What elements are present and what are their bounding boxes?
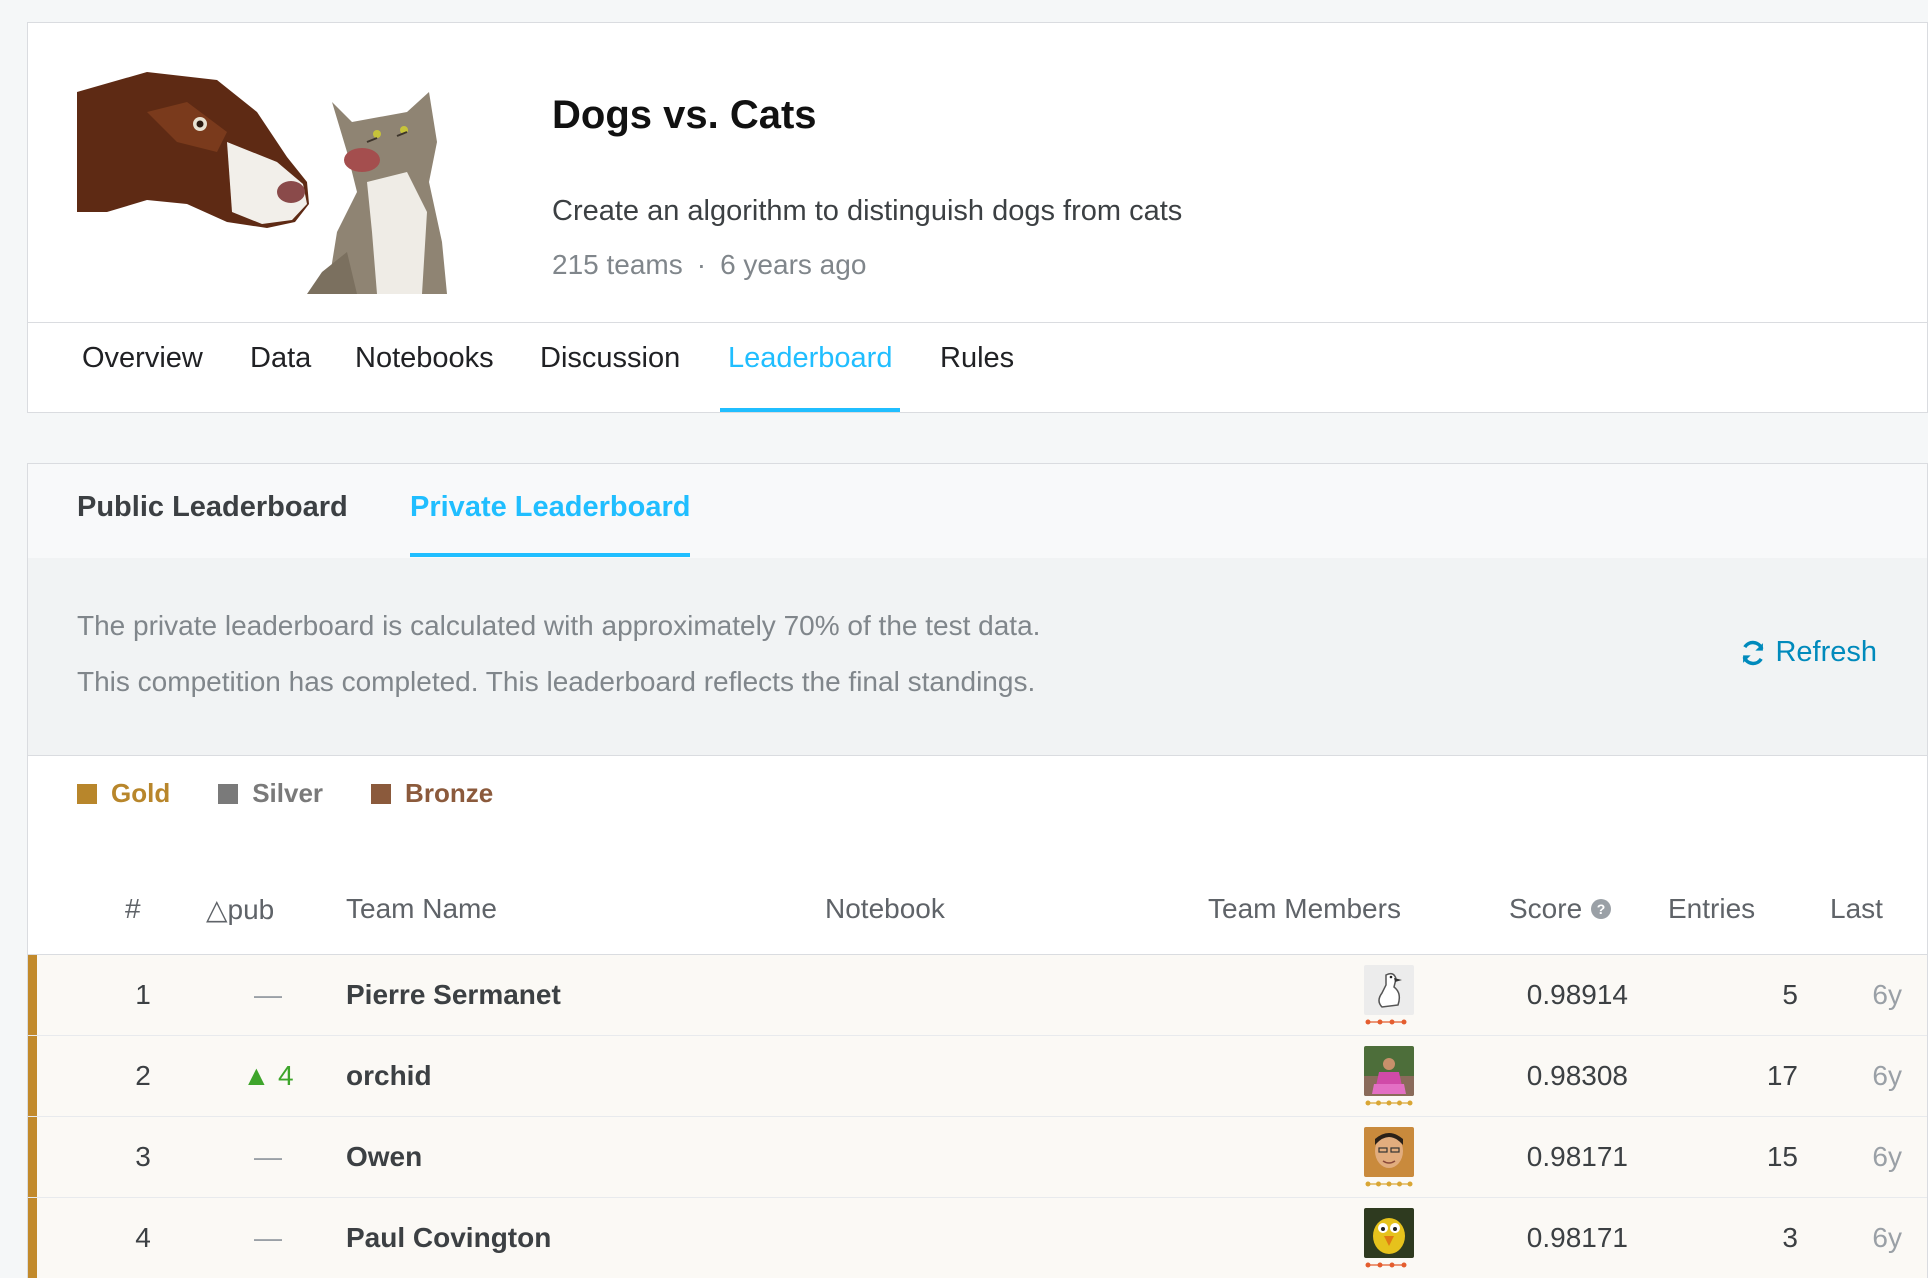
gold-medal-bar bbox=[28, 1198, 37, 1278]
delta-pub: — bbox=[254, 1141, 282, 1172]
competition-header: Dogs vs. Cats Create an algorithm to dis… bbox=[27, 22, 1928, 413]
tier-dots-icon bbox=[1365, 1019, 1407, 1025]
col-score-label: Score bbox=[1509, 893, 1583, 924]
avatar bbox=[1364, 1127, 1414, 1177]
table-row[interactable]: 3 — Owen 0.98171 15 6y bbox=[28, 1117, 1927, 1198]
tab-data[interactable]: Data bbox=[250, 322, 311, 412]
table-header: # △pub Team Name Notebook Team Members S… bbox=[28, 869, 1927, 955]
score: 0.98171 bbox=[1526, 1141, 1628, 1172]
entries: 15 bbox=[1766, 1141, 1798, 1172]
col-team-name[interactable]: Team Name bbox=[346, 893, 497, 925]
competition-header-top: Dogs vs. Cats Create an algorithm to dis… bbox=[28, 23, 1927, 323]
score: 0.98308 bbox=[1526, 1060, 1628, 1091]
rank: 2 bbox=[135, 1060, 151, 1091]
score: 0.98914 bbox=[1526, 979, 1628, 1010]
tab-notebooks[interactable]: Notebooks bbox=[355, 322, 494, 412]
entries: 5 bbox=[1782, 979, 1798, 1010]
last-submission: 6y bbox=[1872, 979, 1902, 1010]
col-entries[interactable]: Entries bbox=[1668, 893, 1755, 925]
entries: 3 bbox=[1782, 1222, 1798, 1253]
col-delta-pub[interactable]: △pub bbox=[206, 893, 274, 926]
competition-nav: Overview Data Notebooks Discussion Leade… bbox=[28, 322, 1927, 414]
competition-description: Create an algorithm to distinguish dogs … bbox=[552, 195, 1183, 227]
gold-medal-bar bbox=[28, 1036, 37, 1116]
team-member-avatar[interactable] bbox=[1364, 965, 1416, 1027]
delta-pub: — bbox=[254, 1222, 282, 1253]
dog-image bbox=[77, 72, 309, 228]
rank: 4 bbox=[135, 1222, 151, 1253]
team-name[interactable]: orchid bbox=[346, 1036, 432, 1116]
leaderboard-tabs: Public Leaderboard Private Leaderboard bbox=[28, 464, 1927, 559]
col-last[interactable]: Last bbox=[1830, 893, 1883, 925]
legend-bronze-label: Bronze bbox=[405, 778, 494, 808]
tab-rules[interactable]: Rules bbox=[940, 322, 1014, 412]
tier-dots-icon bbox=[1365, 1181, 1413, 1187]
leaderboard-card: Public Leaderboard Private Leaderboard T… bbox=[27, 463, 1928, 1278]
meta-separator: · bbox=[696, 249, 707, 280]
gold-swatch bbox=[77, 783, 97, 804]
cat-image bbox=[307, 92, 447, 294]
gold-medal-bar bbox=[28, 1117, 37, 1197]
team-member-avatar[interactable] bbox=[1364, 1127, 1416, 1189]
avatar bbox=[1364, 1046, 1414, 1096]
refresh-button[interactable]: Refresh bbox=[1739, 636, 1877, 669]
rank: 1 bbox=[135, 979, 151, 1010]
tab-private-leaderboard[interactable]: Private Leaderboard bbox=[410, 464, 691, 557]
team-name[interactable]: Paul Covington bbox=[346, 1198, 551, 1278]
col-rank[interactable]: # bbox=[125, 893, 141, 925]
delta-pub: — bbox=[254, 979, 282, 1010]
leaderboard-info-panel: The private leaderboard is calculated wi… bbox=[28, 558, 1927, 756]
competition-meta: 215 teams · 6 years ago bbox=[552, 249, 866, 281]
last-submission: 6y bbox=[1872, 1222, 1902, 1253]
info-line-completed: This competition has completed. This lea… bbox=[77, 666, 1036, 697]
team-count: 215 teams bbox=[552, 249, 683, 280]
team-name[interactable]: Owen bbox=[346, 1117, 422, 1197]
table-row[interactable]: 1 — Pierre Sermanet 0.98914 5 6y bbox=[28, 955, 1927, 1036]
medal-legend: Gold Silver Bronze bbox=[77, 778, 493, 809]
team-name[interactable]: Pierre Sermanet bbox=[346, 955, 561, 1035]
legend-silver-label: Silver bbox=[252, 778, 324, 808]
legend-silver: Silver bbox=[218, 778, 323, 809]
col-score[interactable]: Score ? bbox=[1509, 893, 1612, 925]
score: 0.98171 bbox=[1526, 1222, 1628, 1253]
legend-gold-label: Gold bbox=[111, 778, 171, 808]
gold-medal-bar bbox=[28, 955, 37, 1035]
silver-swatch bbox=[218, 783, 239, 804]
help-icon[interactable]: ? bbox=[1590, 898, 1612, 920]
entries: 17 bbox=[1766, 1060, 1798, 1091]
team-member-avatar[interactable] bbox=[1364, 1046, 1416, 1108]
avatar bbox=[1364, 1208, 1414, 1258]
avatar bbox=[1364, 965, 1414, 1015]
competition-age: 6 years ago bbox=[720, 249, 867, 280]
refresh-label: Refresh bbox=[1775, 636, 1877, 668]
competition-image bbox=[77, 72, 447, 294]
info-line-data-percent: The private leaderboard is calculated wi… bbox=[77, 610, 1041, 641]
leaderboard-table: # △pub Team Name Notebook Team Members S… bbox=[28, 869, 1927, 1278]
refresh-icon bbox=[1743, 640, 1764, 665]
tab-leaderboard[interactable]: Leaderboard bbox=[719, 322, 901, 412]
tab-overview[interactable]: Overview bbox=[82, 322, 203, 412]
bronze-swatch bbox=[371, 783, 392, 804]
tier-dots-icon bbox=[1365, 1262, 1407, 1268]
rank: 3 bbox=[135, 1141, 151, 1172]
col-notebook: Notebook bbox=[825, 893, 945, 924]
tab-public-leaderboard[interactable]: Public Leaderboard bbox=[77, 464, 348, 557]
delta-pub: ▲ 4 bbox=[242, 1060, 294, 1091]
table-row[interactable]: 4 — Paul Covington 0.98171 3 6y bbox=[28, 1198, 1927, 1278]
table-row[interactable]: 2 ▲ 4 orchid 0.98308 17 6y bbox=[28, 1036, 1927, 1117]
legend-gold: Gold bbox=[77, 778, 170, 809]
last-submission: 6y bbox=[1872, 1060, 1902, 1091]
last-submission: 6y bbox=[1872, 1141, 1902, 1172]
competition-title: Dogs vs. Cats bbox=[552, 93, 817, 137]
svg-text:?: ? bbox=[1597, 901, 1606, 917]
tier-dots-icon bbox=[1365, 1100, 1413, 1106]
legend-bronze: Bronze bbox=[371, 778, 493, 809]
team-member-avatar[interactable] bbox=[1364, 1208, 1416, 1270]
col-team-members: Team Members bbox=[1208, 893, 1401, 924]
tab-discussion[interactable]: Discussion bbox=[540, 322, 680, 412]
